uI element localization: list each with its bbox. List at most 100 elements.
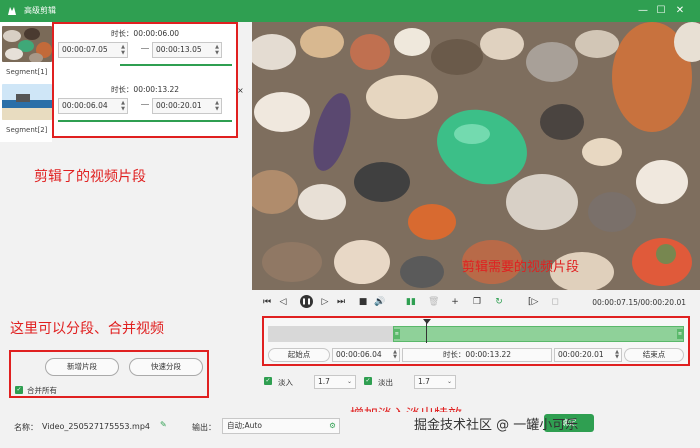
chevron-down-icon: ⌄ — [346, 378, 352, 385]
volume-icon[interactable]: 🔊 — [374, 297, 385, 307]
maximize-button[interactable]: ☐ — [654, 4, 668, 18]
fade-in-checkbox[interactable]: ✓ — [264, 377, 272, 385]
video-preview[interactable]: 剪辑需要的视频片段 — [252, 22, 700, 290]
name-label: 名称： — [14, 423, 38, 432]
segment-start-time-field[interactable]: 00:00:06.04 ▲ ▼ — [58, 98, 128, 114]
start-point-button[interactable]: 起始点 — [268, 348, 330, 362]
gear-icon[interactable]: ⚙ — [329, 419, 336, 433]
time-range-dash — [141, 104, 149, 105]
segment-start-time-value: 00:00:07.05 — [62, 45, 108, 54]
segment-label-2: Segment[2] — [6, 126, 48, 134]
step-back-icon[interactable]: ◁ — [278, 297, 288, 307]
segment-end-time-field[interactable]: 00:00:13.05 ▲ ▼ — [152, 42, 222, 58]
timeline-end-time-value: 00:00:20.01 — [558, 350, 604, 359]
spinner-icon[interactable]: ▲ ▼ — [615, 350, 619, 360]
mark-out-icon[interactable]: ◻ — [550, 297, 560, 307]
window-title: 高级剪辑 — [24, 6, 56, 15]
close-button[interactable]: ✕ — [673, 4, 687, 18]
timeline-time-row: 起始点 00:00:06.04 ▲ ▼ 时长：00:00:13.22 00:00:… — [268, 348, 684, 362]
rotate-icon[interactable]: ↻ — [494, 297, 504, 307]
watermark: 掘金技术社区 @ 一罐小可乐 — [414, 418, 579, 433]
end-point-label: 结束点 — [642, 350, 666, 359]
fade-in-select[interactable]: 1.7 ⌄ — [314, 375, 356, 389]
playhead[interactable] — [423, 319, 432, 343]
segment-end-time-value: 00:00:20.01 — [156, 101, 202, 110]
pause-icon[interactable]: ❚❚ — [300, 295, 313, 308]
annotation-segments: 剪辑了的视频片段 — [34, 169, 146, 185]
stop-icon[interactable]: ■ — [358, 297, 368, 307]
playback-control-bar: ⏮ ◁ ❚❚ ▷ ⏭ ■ 🔊 ▮▮ 🗑 + ❐ ↻ [▷ ◻ 00:00:07.… — [252, 292, 700, 312]
mark-in-icon[interactable]: [▷ — [528, 297, 538, 307]
segment-thumbnail-1[interactable] — [2, 26, 52, 62]
go-to-start-icon[interactable]: ⏮ — [262, 297, 272, 307]
playback-time-readout: 00:00:07.15/00:00:20.01 — [592, 298, 686, 307]
timeline-selection[interactable]: ≡ ≡ — [392, 326, 684, 342]
video-annotation: 剪辑需要的视频片段 — [462, 260, 580, 275]
timeline-end-time-field[interactable]: 00:00:20.01 ▲ ▼ — [554, 348, 622, 362]
spinner-icon[interactable]: ▲ ▼ — [121, 100, 125, 112]
split-icon[interactable]: ▮▮ — [406, 297, 416, 307]
add-segment-button[interactable]: 新增片段 — [45, 358, 119, 376]
output-value: 自动;Auto — [227, 421, 262, 430]
minimize-button[interactable]: — — [636, 4, 650, 18]
timeline-start-time-value: 00:00:06.04 — [336, 350, 382, 359]
segment-duration: 时长：00:00:13.22 — [110, 85, 180, 94]
bottom-bar: 名称： Video_250527175553.mp4 ✎ 输出： 自动;Auto… — [0, 412, 700, 448]
segment-end-time-value: 00:00:13.05 — [156, 45, 202, 54]
output-label: 输出： — [192, 423, 216, 432]
segment-card-1: 时长：00:00:06.00 00:00:07.05 ▲ ▼ 00:00:13.0… — [58, 26, 232, 72]
segment-time-panel: 时长：00:00:06.00 00:00:07.05 ▲ ▼ 00:00:13.0… — [52, 22, 238, 138]
fade-out-label: 淡出 — [378, 378, 393, 387]
copy-icon[interactable]: ❐ — [472, 297, 482, 307]
step-forward-icon[interactable]: ▷ — [320, 297, 330, 307]
spinner-icon[interactable]: ▲ ▼ — [121, 44, 125, 56]
timeline-duration-value: 时长：00:00:13.22 — [442, 350, 512, 359]
annotation-split-merge: 这里可以分段、合并视频 — [10, 321, 164, 337]
segment-card-2: 时长：00:00:13.22 00:00:06.04 ▲ ▼ 00:00:20.0… — [58, 82, 232, 128]
segment-duration: 时长：00:00:06.00 — [110, 29, 180, 38]
time-range-dash — [141, 48, 149, 49]
segment-actions-box: 新增片段 快速分段 ✓ 合并所有 — [9, 350, 209, 398]
fade-out-select[interactable]: 1.7 ⌄ — [414, 375, 456, 389]
segment-close-icon[interactable]: × — [237, 86, 244, 95]
selection-end-handle[interactable]: ≡ — [676, 329, 683, 339]
segment-label-1: Segment[1] — [6, 68, 48, 76]
spinner-icon[interactable]: ▲ ▼ — [215, 44, 219, 56]
timeline-start-time-field[interactable]: 00:00:06.04 ▲ ▼ — [332, 348, 400, 362]
segment-thumbnail-2[interactable] — [2, 84, 52, 120]
timeline-panel: ≡ ≡ 起始点 00:00:06.04 ▲ ▼ 时长：00:00:13.22 00… — [262, 316, 690, 366]
output-select[interactable]: 自动;Auto ⚙ — [222, 418, 340, 434]
add-icon[interactable]: + — [450, 297, 460, 307]
segment-thumbnail-list: Segment[1] Segment[2] — [0, 22, 52, 142]
segment-end-time-field[interactable]: 00:00:20.01 ▲ ▼ — [152, 98, 222, 114]
segment-thumbnail-image — [2, 84, 52, 120]
go-to-end-icon[interactable]: ⏭ — [336, 297, 346, 307]
segment-start-time-value: 00:00:06.04 — [62, 101, 108, 110]
title-bar: 高级剪辑 — ☐ ✕ — [0, 0, 700, 22]
spinner-icon[interactable]: ▲ ▼ — [215, 100, 219, 112]
merge-all-label: 合并所有 — [27, 386, 57, 395]
fade-out-value: 1.7 — [418, 377, 430, 386]
start-point-label: 起始点 — [287, 350, 311, 359]
chevron-down-icon: ⌄ — [446, 378, 452, 385]
fade-in-label: 淡入 — [278, 378, 293, 387]
app-logo-icon — [8, 7, 16, 15]
timeline-duration-field: 时长：00:00:13.22 — [402, 348, 552, 362]
merge-all-checkbox[interactable]: ✓ — [15, 386, 23, 394]
spinner-icon[interactable]: ▲ ▼ — [393, 350, 397, 360]
advanced-edit-window: 高级剪辑 — ☐ ✕ Segment[1] Segment[2] 时长：00:0… — [0, 0, 700, 448]
segment-progress-bar — [120, 64, 232, 66]
file-name: Video_250527175553.mp4 — [42, 422, 150, 431]
edit-name-icon[interactable]: ✎ — [160, 420, 167, 429]
segment-start-time-field[interactable]: 00:00:07.05 ▲ ▼ — [58, 42, 128, 58]
quick-split-button[interactable]: 快速分段 — [129, 358, 203, 376]
segment-thumbnail-image — [2, 26, 52, 62]
end-point-button[interactable]: 结束点 — [624, 348, 684, 362]
video-frame-image — [252, 22, 700, 290]
fade-in-value: 1.7 — [318, 377, 330, 386]
delete-icon[interactable]: 🗑 — [428, 297, 439, 307]
segment-progress-bar — [58, 120, 232, 122]
fade-controls: ✓ 淡入 1.7 ⌄ ✓ 淡出 1.7 ⌄ — [262, 372, 460, 390]
fade-out-checkbox[interactable]: ✓ — [364, 377, 372, 385]
selection-start-handle[interactable]: ≡ — [393, 329, 400, 339]
